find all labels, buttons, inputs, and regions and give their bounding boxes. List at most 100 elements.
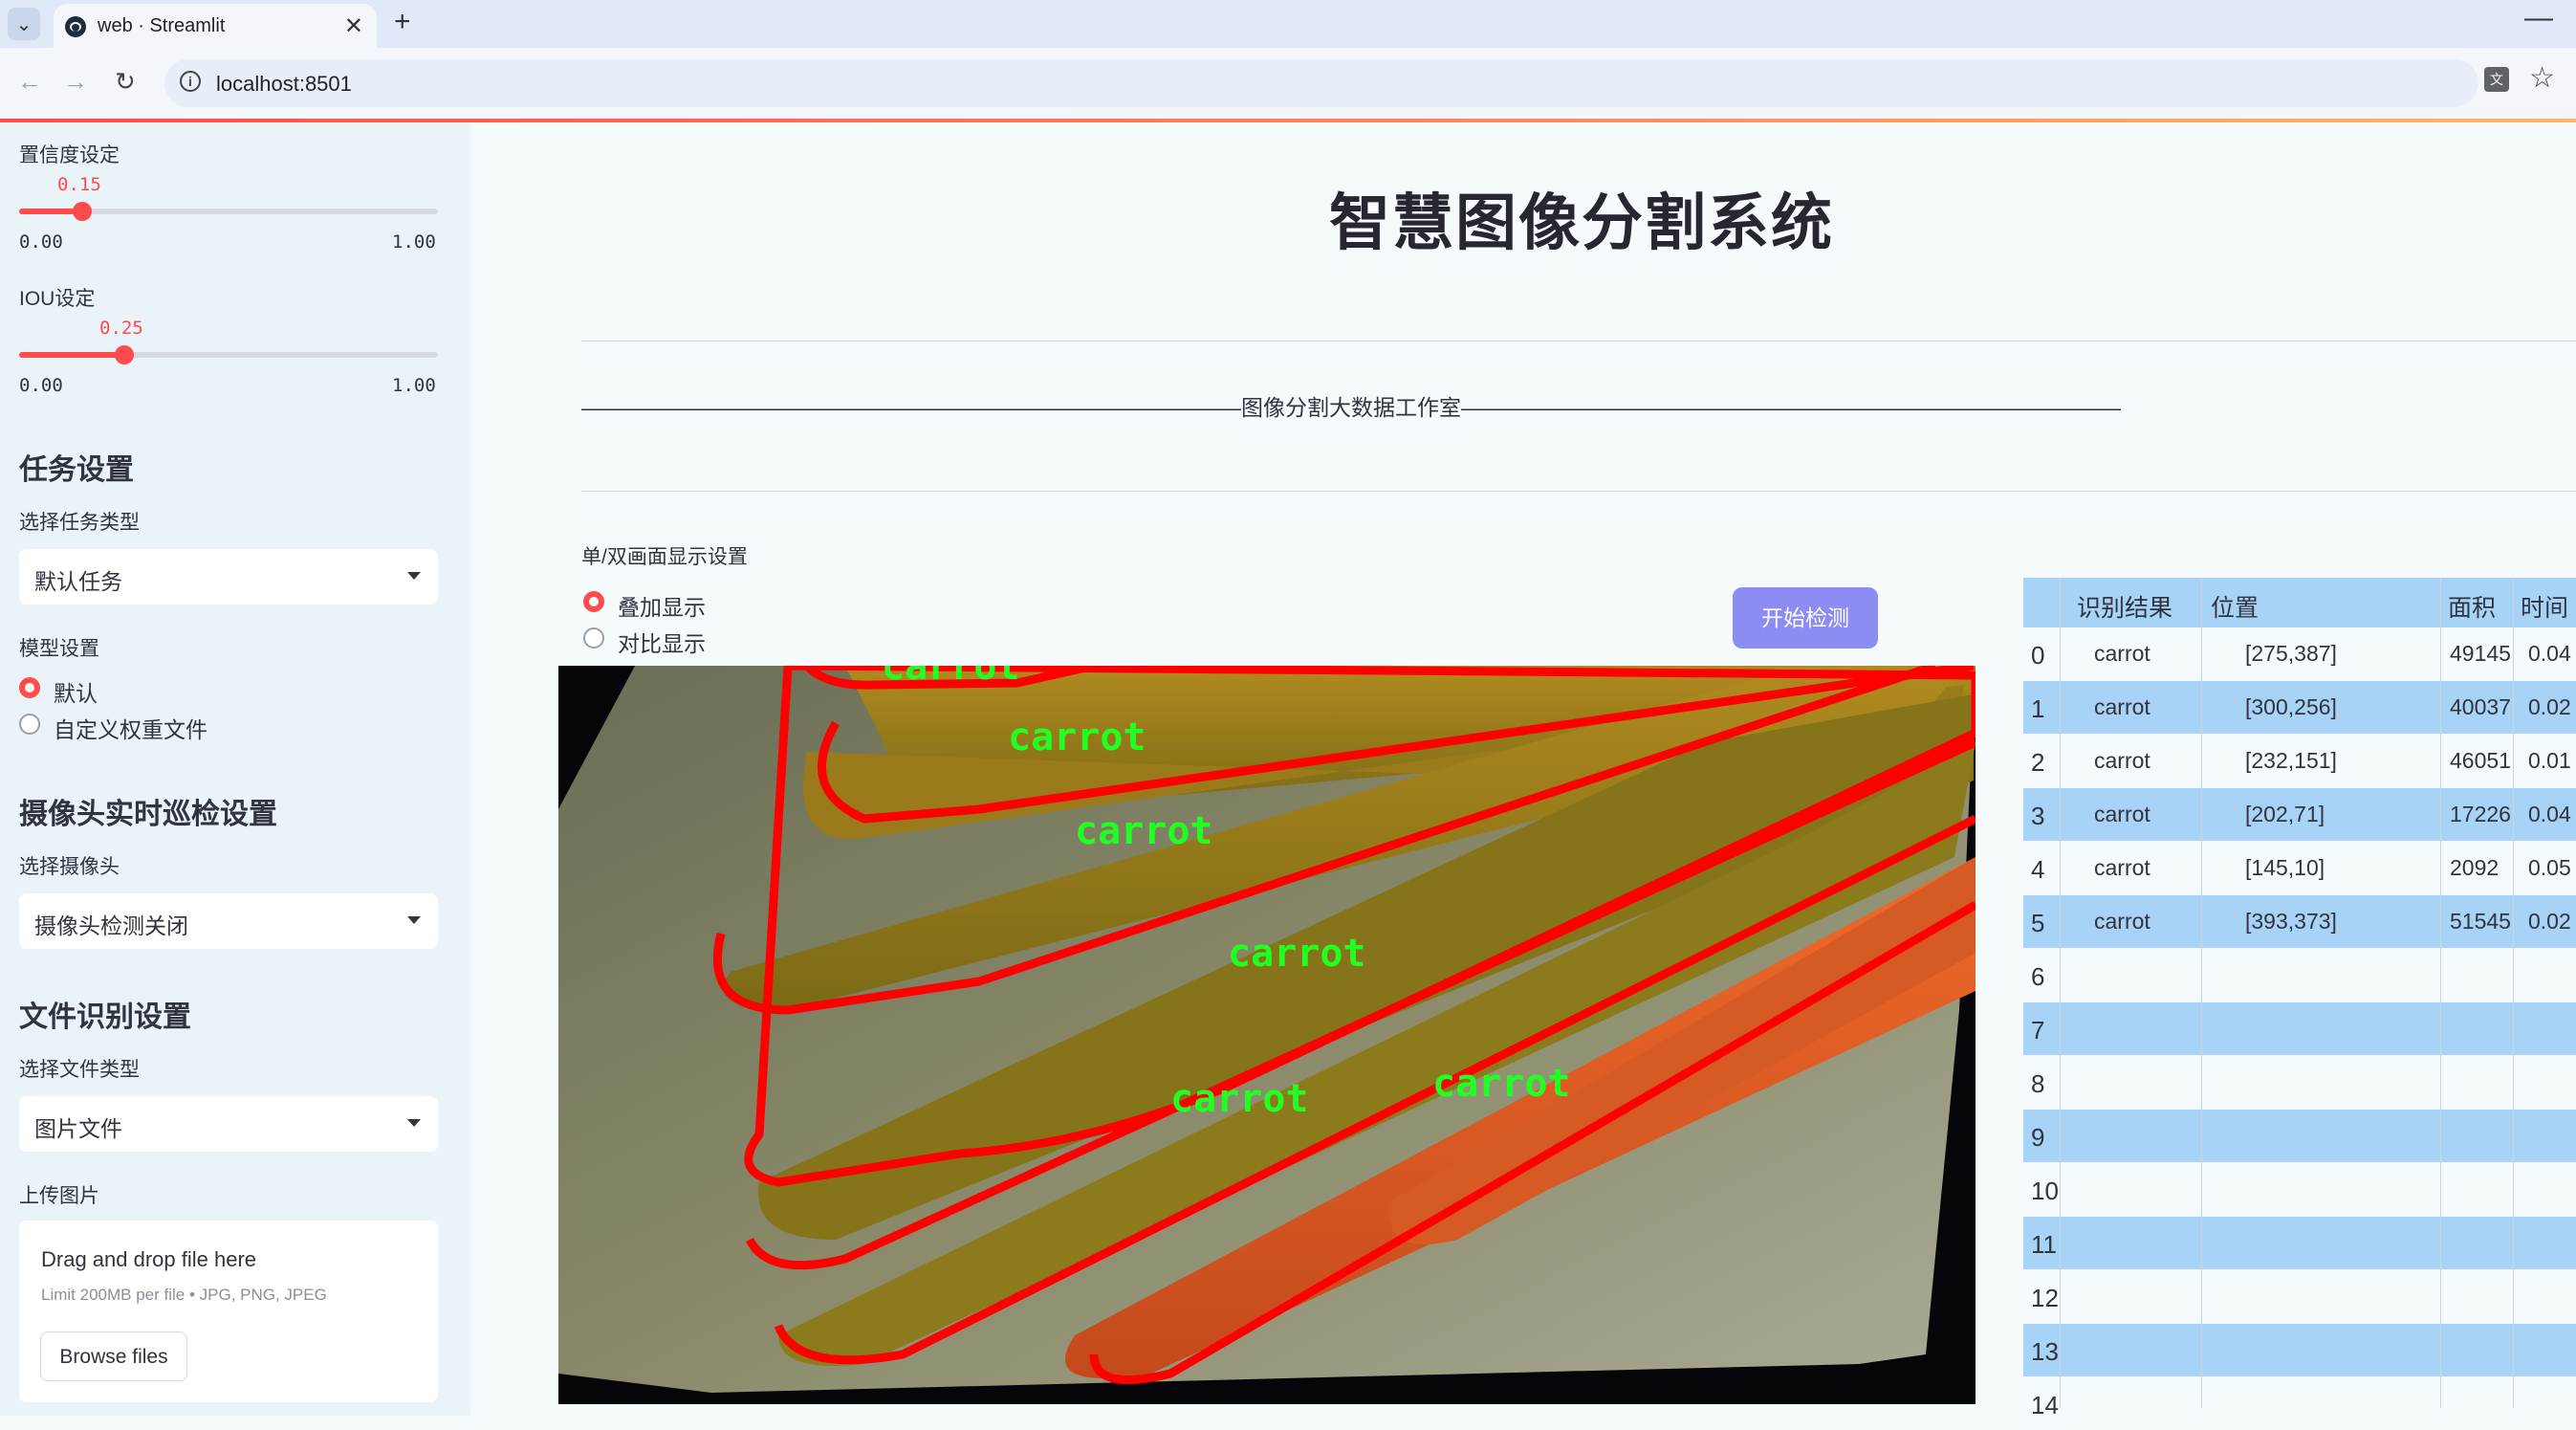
- column-divider: [2060, 578, 2061, 1408]
- table-row[interactable]: 7: [2023, 1002, 2576, 1055]
- display-option-label: 对比显示: [618, 631, 706, 656]
- column-header-time: 时间: [2521, 595, 2569, 622]
- page-title: 智慧图像分割系统: [1329, 188, 1834, 257]
- table-row[interactable]: 1 carrot [300,256] 40037 0.02: [2023, 681, 2576, 734]
- cell-position: [232,151]: [2245, 748, 2337, 773]
- column-header-area: 面积: [2448, 595, 2497, 622]
- table-row[interactable]: 0 carrot [275,387] 49145 0.04: [2023, 627, 2576, 680]
- close-tab-icon[interactable]: ✕: [344, 12, 363, 40]
- tab-title: web · Streamlit: [98, 15, 226, 36]
- row-index: 4: [2031, 855, 2045, 884]
- confidence-slider[interactable]: [19, 202, 438, 221]
- cell-area: 49145: [2450, 641, 2511, 666]
- detection-label: carrot: [1228, 932, 1366, 976]
- start-detection-button[interactable]: 开始检测: [1733, 587, 1878, 649]
- row-index: 2: [2031, 748, 2045, 777]
- cell-position: [145,10]: [2245, 855, 2325, 880]
- forward-arrow-icon[interactable]: →: [63, 67, 88, 97]
- iou-label: IOU设定: [19, 288, 96, 310]
- table-row[interactable]: 10: [2023, 1163, 2576, 1216]
- table-row[interactable]: 6: [2023, 949, 2576, 1001]
- cell-position: [393,373]: [2245, 909, 2337, 934]
- table-row[interactable]: 3 carrot [202,71] 17226 0.04: [2023, 788, 2576, 841]
- task-heading: 任务设置: [19, 454, 134, 486]
- row-index: 3: [2031, 802, 2045, 830]
- chevron-down-icon: [407, 916, 421, 924]
- radio-unselected-icon: [19, 714, 40, 735]
- browse-files-button[interactable]: Browse files: [40, 1331, 187, 1381]
- iou-value: 0.25: [99, 318, 143, 339]
- model-option-label: 自定义权重文件: [54, 717, 207, 742]
- row-index: 14: [2031, 1391, 2059, 1419]
- camera-heading: 摄像头实时巡检设置: [19, 799, 277, 830]
- camera-select[interactable]: 摄像头检测关闭: [19, 893, 438, 949]
- table-row[interactable]: 5 carrot [393,373] 51545 0.02: [2023, 895, 2576, 948]
- browser-tab[interactable]: web · Streamlit ✕: [54, 4, 377, 48]
- row-index: 1: [2031, 694, 2045, 723]
- confidence-label: 置信度设定: [19, 144, 120, 166]
- detection-label: carrot: [1075, 809, 1213, 853]
- streamlit-favicon-icon: [65, 16, 86, 37]
- iou-slider[interactable]: [19, 345, 438, 364]
- cell-label: carrot: [2094, 909, 2150, 934]
- upload-label: 上传图片: [19, 1185, 99, 1207]
- task-type-select[interactable]: 默认任务: [19, 549, 438, 605]
- cell-area: 51545: [2450, 909, 2511, 934]
- confidence-min: 0.00: [19, 231, 63, 253]
- url-field[interactable]: i localhost:8501: [164, 59, 2478, 107]
- row-index: 5: [2031, 909, 2045, 937]
- iou-min: 0.00: [19, 375, 63, 396]
- radio-selected-icon: [19, 677, 40, 698]
- tab-search-chevron-icon[interactable]: ⌄: [8, 8, 40, 40]
- task-type-label: 选择任务类型: [19, 512, 140, 534]
- cell-area: 40037: [2450, 694, 2511, 719]
- column-divider: [2513, 578, 2514, 1408]
- chevron-down-icon: [407, 1119, 421, 1127]
- file-heading: 文件识别设置: [19, 1001, 191, 1033]
- table-row[interactable]: 2 carrot [232,151] 46051 0.01: [2023, 735, 2576, 787]
- row-index: 13: [2031, 1337, 2059, 1366]
- file-type-value: 图片文件: [34, 1116, 122, 1141]
- reload-icon[interactable]: ↻: [115, 67, 136, 97]
- radio-selected-icon: [583, 591, 604, 612]
- translate-icon[interactable]: 文: [2484, 67, 2509, 92]
- table-row[interactable]: 11: [2023, 1217, 2576, 1269]
- table-row[interactable]: 4 carrot [145,10] 2092 0.05: [2023, 842, 2576, 894]
- cell-time: 0.04: [2528, 802, 2571, 826]
- new-tab-icon[interactable]: +: [394, 6, 411, 38]
- file-uploader-dropzone[interactable]: Drag and drop file here Limit 200MB per …: [19, 1221, 438, 1402]
- row-index: 6: [2031, 962, 2045, 991]
- table-header: 识别结果 位置 面积 时间: [2023, 578, 2576, 627]
- cell-label: carrot: [2094, 802, 2150, 826]
- iou-slider-thumb[interactable]: [114, 345, 134, 364]
- display-option-label: 叠加显示: [618, 595, 706, 620]
- back-arrow-icon[interactable]: ←: [17, 67, 42, 97]
- column-divider: [2440, 578, 2441, 1408]
- bookmark-star-icon[interactable]: ☆: [2529, 61, 2555, 95]
- file-type-select[interactable]: 图片文件: [19, 1096, 438, 1152]
- chevron-down-icon: [407, 572, 421, 580]
- segmentation-canvas: carrot carrot carrot carrot carrot carro…: [558, 666, 1976, 1393]
- table-row[interactable]: 14: [2023, 1377, 2576, 1430]
- cell-time: 0.04: [2528, 641, 2571, 666]
- table-row[interactable]: 13: [2023, 1324, 2576, 1376]
- row-index: 12: [2031, 1284, 2059, 1312]
- table-row[interactable]: 12: [2023, 1270, 2576, 1323]
- table-row[interactable]: 8: [2023, 1056, 2576, 1109]
- cell-label: carrot: [2094, 641, 2150, 666]
- upload-drag-text: Drag and drop file here: [41, 1247, 257, 1271]
- studio-divider-text: ——————————————————————————————图像分割大数据工作室…: [581, 395, 2121, 420]
- detection-label: carrot: [1008, 715, 1146, 759]
- minimize-icon[interactable]: —: [2524, 2, 2553, 34]
- cell-area: 17226: [2450, 802, 2511, 826]
- cell-area: 46051: [2450, 748, 2511, 773]
- browser-tab-bar: ⌄ web · Streamlit ✕ + —: [0, 0, 2576, 48]
- camera-value: 摄像头检测关闭: [34, 913, 188, 938]
- camera-label: 选择摄像头: [19, 856, 120, 878]
- confidence-slider-thumb[interactable]: [72, 202, 92, 221]
- cell-label: carrot: [2094, 748, 2150, 773]
- cell-position: [202,71]: [2245, 802, 2325, 826]
- site-info-icon[interactable]: i: [180, 71, 201, 92]
- table-row[interactable]: 9: [2023, 1110, 2576, 1162]
- row-index: 9: [2031, 1123, 2045, 1152]
